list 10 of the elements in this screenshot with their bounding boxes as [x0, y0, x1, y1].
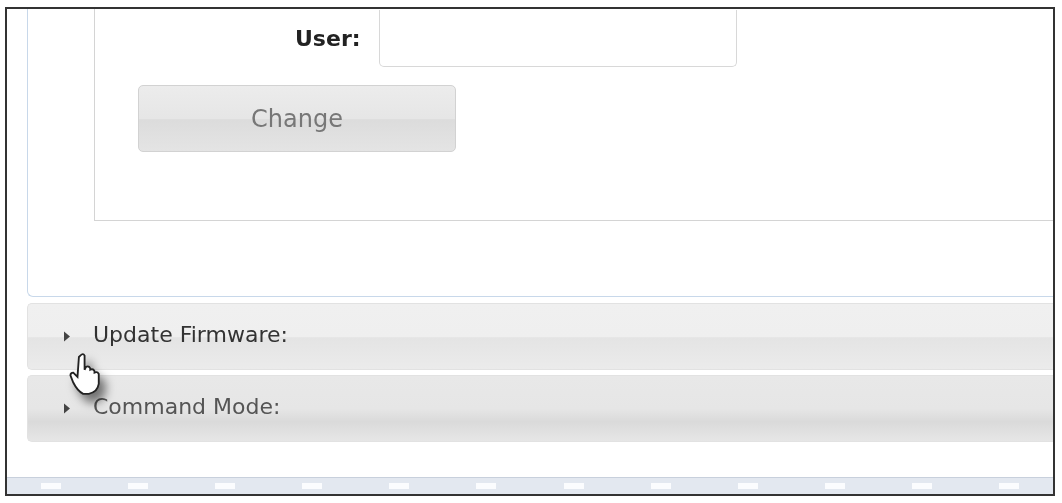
user-input-field[interactable] [378, 10, 737, 67]
section-title: Update Firmware: [93, 322, 288, 347]
expand-arrow-icon[interactable] [63, 331, 71, 342]
hand-cursor-icon [69, 352, 103, 396]
change-button[interactable]: Change [138, 85, 456, 152]
accordion-header[interactable]: Update Firmware: [27, 303, 1053, 370]
accordion-header[interactable]: Command Mode: [27, 375, 1053, 442]
user-label: User: [295, 26, 361, 51]
expand-arrow-icon[interactable] [63, 403, 71, 414]
section-title: Command Mode: [93, 394, 281, 419]
